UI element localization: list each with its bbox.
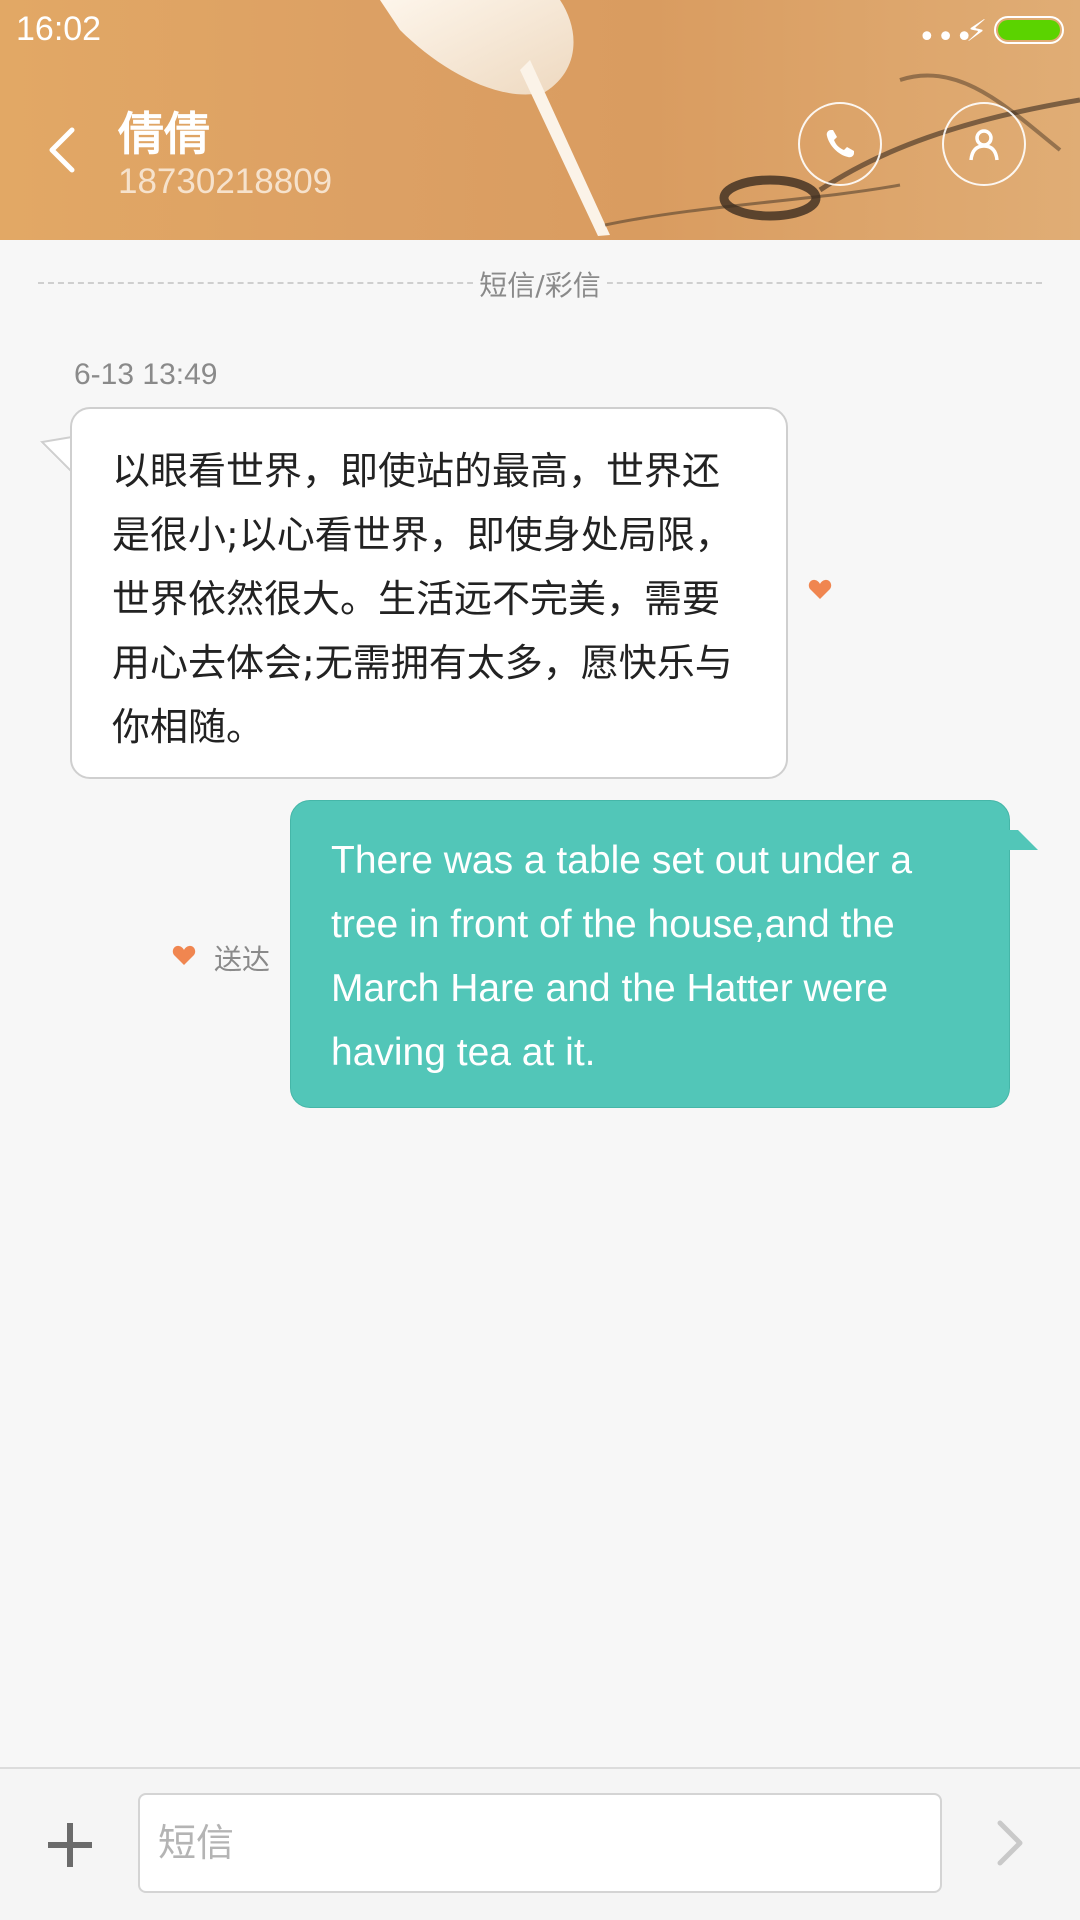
conversation-screen: 16:02 ••• ⚡ 倩倩 18730218809 短信/彩信 6-13 13… xyxy=(0,0,1080,1920)
add-attachment-button[interactable] xyxy=(44,1819,96,1871)
chevron-right-icon xyxy=(997,1820,1023,1866)
send-button[interactable] xyxy=(990,1815,1030,1871)
chevron-left-icon xyxy=(49,127,75,173)
message-timestamp: 6-13 13:49 xyxy=(74,358,218,391)
outgoing-bubble-tail xyxy=(1008,830,1038,850)
delivery-status: 送达 xyxy=(214,943,271,976)
incoming-message-bubble[interactable]: 以眼看世界，即使站的最高，世界还是很小;以心看世界，即使身处局限，世界依然很大。… xyxy=(70,407,788,779)
composer-bar xyxy=(0,1767,1080,1920)
incoming-message-text: 以眼看世界，即使站的最高，世界还是很小;以心看世界，即使身处局限，世界依然很大。… xyxy=(112,449,733,749)
back-button[interactable] xyxy=(40,120,90,180)
plus-icon xyxy=(48,1823,92,1867)
contact-profile-button[interactable] xyxy=(942,102,1026,186)
call-button[interactable] xyxy=(798,102,882,186)
contact-name: 倩倩 xyxy=(118,107,210,161)
battery-fill xyxy=(998,20,1060,40)
status-time: 16:02 xyxy=(16,10,102,48)
message-type-label-container: 短信/彩信 xyxy=(0,264,1080,304)
person-icon xyxy=(969,129,999,161)
message-input[interactable] xyxy=(138,1793,942,1893)
outgoing-message-bubble[interactable]: There was a table set out under a tree i… xyxy=(290,800,1010,1108)
contact-number: 18730218809 xyxy=(118,162,333,201)
phone-icon xyxy=(826,130,854,158)
charging-icon: ⚡ xyxy=(966,14,988,49)
outgoing-message-text: There was a table set out under a tree i… xyxy=(331,839,913,1074)
message-type-label: 短信/彩信 xyxy=(473,269,607,302)
conversation-header: 16:02 ••• ⚡ 倩倩 18730218809 xyxy=(0,0,1080,240)
battery-icon xyxy=(994,16,1064,44)
heart-icon[interactable] xyxy=(808,578,832,604)
incoming-bubble-tail xyxy=(40,436,74,476)
heart-icon[interactable] xyxy=(172,944,196,970)
